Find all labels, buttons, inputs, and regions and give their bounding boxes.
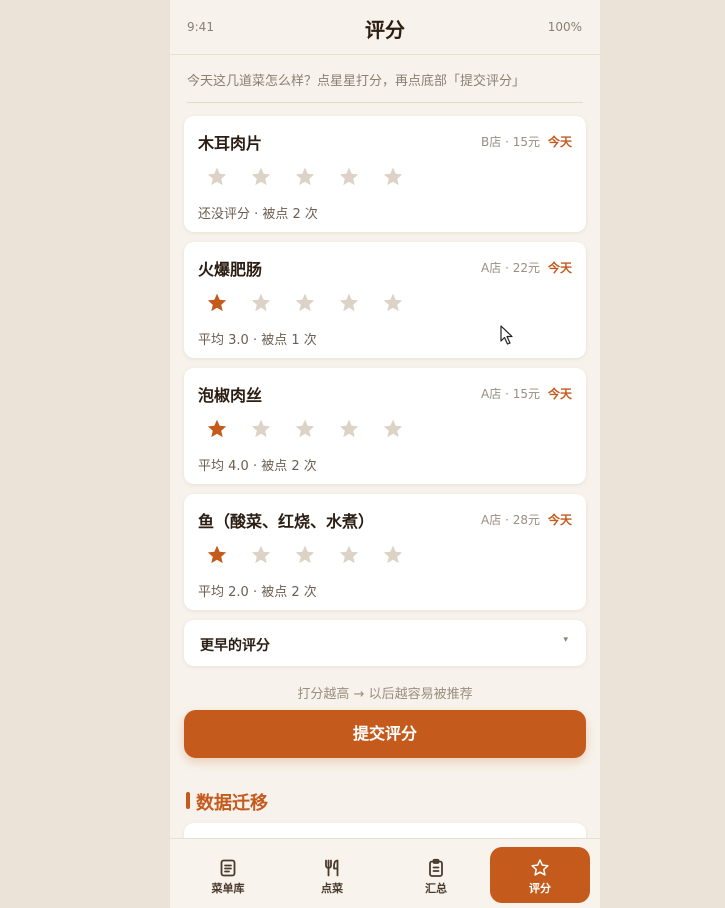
star-icon[interactable]: [206, 166, 228, 188]
star-rating: [206, 166, 426, 188]
today-badge: 今天: [547, 261, 572, 275]
star-icon[interactable]: [338, 292, 360, 314]
dish-name: 火爆肥肠: [198, 260, 263, 279]
dish-card: 木耳肉片 B店 · 15元 今天还没评分 · 被点 2 次: [184, 116, 586, 232]
star-icon[interactable]: [250, 544, 272, 566]
dish-store-price: A店 · 15元: [481, 387, 540, 401]
tab-label: 菜单库: [211, 882, 245, 895]
fork-knife-icon: [325, 859, 339, 877]
menu-list-icon: [220, 859, 236, 877]
tab-rating[interactable]: 评分: [490, 847, 590, 903]
status-battery: 100%: [547, 20, 582, 34]
star-icon[interactable]: [294, 292, 316, 314]
dish-stats: 还没评分 · 被点 2 次: [198, 207, 318, 222]
tab-summary[interactable]: 汇总: [386, 847, 486, 903]
dish-stats: 平均 4.0 · 被点 2 次: [198, 459, 317, 474]
star-icon[interactable]: [338, 418, 360, 440]
star-icon[interactable]: [294, 166, 316, 188]
dish-meta: B店 · 15元 今天: [481, 133, 572, 150]
star-icon[interactable]: [206, 544, 228, 566]
tab-menu-library[interactable]: 菜单库: [178, 847, 278, 903]
star-icon[interactable]: [382, 166, 404, 188]
dish-stats: 平均 3.0 · 被点 1 次: [198, 333, 317, 348]
star-icon[interactable]: [382, 418, 404, 440]
tab-order[interactable]: 点菜: [282, 847, 382, 903]
star-rating: [206, 544, 426, 566]
dish-card: 鱼（酸菜、红烧、水煮） A店 · 28元 今天平均 2.0 · 被点 2 次: [184, 494, 586, 610]
dish-meta: A店 · 15元 今天: [481, 385, 572, 402]
page-title: 评分: [365, 18, 405, 42]
dish-store-price: A店 · 22元: [481, 261, 540, 275]
star-icon[interactable]: [206, 292, 228, 314]
section-title-migration: 数据迁移: [186, 789, 268, 815]
star-icon[interactable]: [250, 166, 272, 188]
dish-card: 泡椒肉丝 A店 · 15元 今天平均 4.0 · 被点 2 次: [184, 368, 586, 484]
dish-store-price: B店 · 15元: [481, 135, 540, 149]
app-screen: 9:41 评分 100% 今天这几道菜怎么样？点星星打分，再点底部「提交评分」 …: [170, 0, 600, 908]
dish-stats: 平均 2.0 · 被点 2 次: [198, 585, 317, 600]
star-icon: [531, 859, 549, 876]
star-icon[interactable]: [250, 418, 272, 440]
clipboard-icon: [429, 858, 443, 877]
star-icon[interactable]: [382, 292, 404, 314]
star-icon[interactable]: [338, 166, 360, 188]
tab-label: 点菜: [321, 882, 343, 895]
star-icon[interactable]: [250, 292, 272, 314]
tab-label: 评分: [529, 882, 551, 895]
earlier-ratings-toggle[interactable]: 更早的评分 ▾: [184, 620, 586, 666]
star-icon[interactable]: [294, 418, 316, 440]
status-bar: 9:41 评分 100%: [170, 0, 600, 55]
dish-name: 鱼（酸菜、红烧、水煮）: [198, 512, 375, 531]
star-icon[interactable]: [382, 544, 404, 566]
dish-meta: A店 · 28元 今天: [481, 511, 572, 528]
dish-name: 木耳肉片: [198, 134, 263, 153]
tab-label: 汇总: [425, 882, 447, 895]
earlier-ratings-label: 更早的评分: [200, 638, 270, 654]
mouse-cursor-icon: [500, 325, 513, 345]
dish-store-price: A店 · 28元: [481, 513, 540, 527]
star-rating: [206, 292, 426, 314]
star-icon[interactable]: [206, 418, 228, 440]
star-icon[interactable]: [294, 544, 316, 566]
dish-card: 火爆肥肠 A店 · 22元 今天平均 3.0 · 被点 1 次: [184, 242, 586, 358]
submit-rating-button[interactable]: 提交评分: [184, 710, 586, 758]
today-badge: 今天: [547, 135, 572, 149]
rating-hint: 今天这几道菜怎么样？点星星打分，再点底部「提交评分」: [187, 70, 583, 103]
submit-hint: 打分越高 → 以后越容易被推荐: [297, 687, 473, 702]
today-badge: 今天: [547, 387, 572, 401]
chevron-down-icon: ▾: [563, 635, 568, 645]
bottom-tab-bar: 菜单库 点菜 汇总 评分: [170, 838, 600, 908]
today-badge: 今天: [547, 513, 572, 527]
star-rating: [206, 418, 426, 440]
dish-meta: A店 · 22元 今天: [481, 259, 572, 276]
star-icon[interactable]: [338, 544, 360, 566]
dish-name: 泡椒肉丝: [198, 386, 263, 405]
